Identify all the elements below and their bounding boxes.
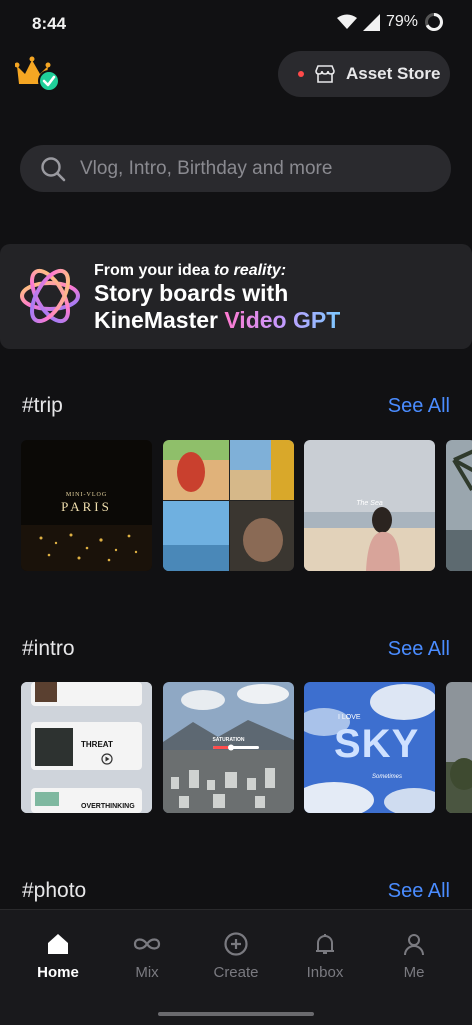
template-thumb-city-mountains[interactable]: SATURATION [163, 682, 294, 813]
nav-create-label: Create [213, 964, 259, 981]
search-input[interactable] [78, 156, 442, 181]
template-thumb-palm[interactable] [446, 440, 472, 571]
nav-home[interactable]: Home [13, 932, 103, 981]
thumb-caption: MINI-VLOG [65, 492, 108, 498]
template-thumb-trees[interactable] [446, 682, 472, 813]
openai-logo-icon [20, 268, 80, 324]
section-title-trip: #trip [22, 394, 63, 417]
bell-icon [316, 934, 334, 954]
user-icon [404, 934, 424, 956]
see-all-intro-link[interactable]: See All [388, 638, 450, 661]
thumb-caption: The Sea [356, 500, 383, 507]
plus-circle-icon [224, 932, 248, 956]
battery-percent: 79% [385, 13, 418, 30]
home-icon [48, 934, 68, 954]
thumb-title: PARIS [61, 499, 112, 514]
thumb-title: SKY [334, 722, 420, 766]
infinity-icon [133, 938, 161, 950]
nav-mix[interactable]: Mix [102, 932, 192, 981]
status-bar: 8:44 79% [0, 0, 472, 48]
battery-ring-icon [425, 13, 443, 31]
template-thumb-paris[interactable]: MINI-VLOG PARIS [21, 440, 152, 571]
banner-text: From your idea to reality: Story boards … [94, 262, 340, 334]
see-all-trip-link[interactable]: See All [388, 395, 450, 418]
nav-mix-label: Mix [135, 964, 159, 981]
nav-inbox-label: Inbox [306, 964, 344, 981]
store-icon [315, 65, 335, 83]
wifi-icon [336, 14, 357, 29]
template-thumb-the-sea[interactable]: The Sea [304, 440, 435, 571]
thumb-caption: SATURATION [212, 737, 245, 743]
section-title-intro: #intro [22, 637, 75, 660]
status-time: 8:44 [32, 14, 67, 33]
see-all-photo-link[interactable]: See All [388, 880, 450, 903]
signal-icon [362, 13, 380, 31]
premium-crown-icon[interactable] [15, 56, 61, 92]
banner-line-2: Story boards with [94, 280, 289, 306]
template-thumb-i-love-sky[interactable]: I LOVE SKY Sometimes [304, 682, 435, 813]
asset-store-label: Asset Store [346, 64, 441, 83]
thumb-caption: I LOVE [338, 714, 361, 721]
status-icons: 79% [336, 12, 444, 32]
search-icon [41, 156, 66, 181]
nav-create[interactable]: Create [191, 932, 281, 981]
template-thumb-music-player[interactable]: THREAT OVERTHINKING [21, 682, 152, 813]
bottom-navigation: Home Mix Create Inbox Me [0, 909, 472, 1025]
nav-me[interactable]: Me [369, 932, 459, 981]
nav-inbox[interactable]: Inbox [280, 932, 370, 981]
banner-line-3: KineMaster Video GPT [94, 307, 341, 333]
section-title-photo: #photo [22, 879, 87, 902]
home-indicator[interactable] [158, 1012, 314, 1016]
thumb-line-overthinking: OVERTHINKING [81, 803, 135, 810]
nav-me-label: Me [403, 964, 425, 981]
thumb-subtitle: Sometimes [372, 774, 403, 780]
notification-dot [298, 71, 304, 77]
asset-store-button[interactable]: Asset Store [278, 51, 450, 97]
search-bar[interactable] [20, 145, 451, 192]
thumb-line-threat: THREAT [81, 740, 113, 749]
template-thumb-beach-collage[interactable] [163, 440, 294, 571]
nav-home-label: Home [37, 964, 79, 981]
banner-line-1: From your idea to reality: [94, 262, 287, 279]
